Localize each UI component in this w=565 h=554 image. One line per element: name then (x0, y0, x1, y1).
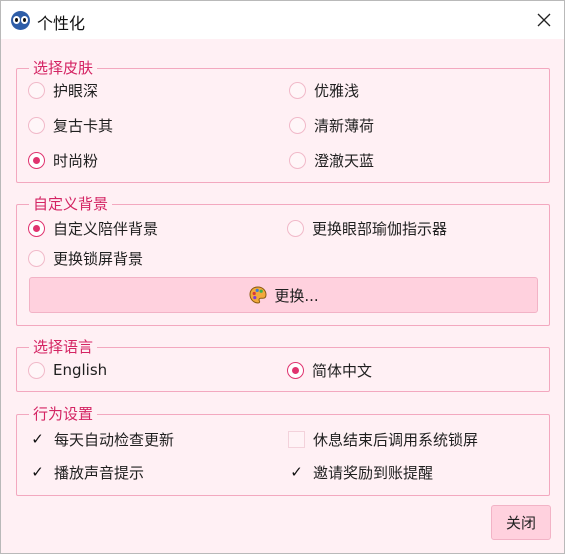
background-option-lockscreen[interactable]: 更换锁屏背景 (28, 247, 143, 269)
checkbox-label: 休息结束后调用系统锁屏 (313, 430, 479, 449)
title-bar: 个性化 (1, 1, 564, 39)
background-option-label: 自定义陪伴背景 (53, 219, 159, 238)
window-title: 个性化 (37, 14, 86, 33)
radio-icon (289, 116, 306, 134)
invite-reward-checkbox[interactable]: ✓ 邀请奖励到账提醒 (288, 461, 433, 483)
radio-icon (28, 116, 45, 134)
checkbox-label: 每天自动检查更新 (54, 430, 175, 449)
close-button[interactable]: 关闭 (491, 505, 551, 540)
system-lock-checkbox[interactable]: 休息结束后调用系统锁屏 (288, 428, 478, 450)
sound-prompt-checkbox[interactable]: ✓ 播放声音提示 (29, 461, 144, 483)
radio-icon (28, 81, 45, 99)
language-option-chinese[interactable]: 简体中文 (287, 359, 372, 381)
checkmark-icon: ✓ (290, 463, 303, 481)
skin-option-label: 澄澈天蓝 (314, 151, 375, 170)
skin-option-clear-sky[interactable]: 澄澈天蓝 (289, 149, 374, 171)
close-button-label: 关闭 (505, 514, 536, 532)
skin-option-label: 优雅浅 (314, 81, 360, 100)
behavior-group: 行为设置 (16, 405, 550, 496)
skin-option-label: 护眼深 (53, 81, 99, 100)
background-option-companion[interactable]: 自定义陪伴背景 (28, 217, 158, 239)
radio-icon (28, 361, 45, 379)
skin-option-elegant-light[interactable]: 优雅浅 (289, 79, 359, 101)
close-icon (537, 13, 551, 27)
skin-option-label: 清新薄荷 (314, 116, 375, 135)
radio-icon (289, 151, 306, 169)
language-option-label: 简体中文 (312, 361, 373, 380)
radio-icon (287, 219, 304, 237)
background-option-eye-yoga[interactable]: 更换眼部瑜伽指示器 (287, 217, 447, 239)
radio-icon (289, 81, 306, 99)
radio-selected-icon (28, 219, 45, 237)
checkmark-icon: ✓ (31, 430, 44, 448)
checkbox-icon (288, 430, 305, 448)
radio-icon (28, 249, 45, 267)
language-option-label: English (53, 361, 108, 379)
app-icon (11, 11, 30, 30)
checkbox-label: 播放声音提示 (54, 463, 145, 482)
radio-selected-icon (287, 361, 304, 379)
auto-update-checkbox[interactable]: ✓ 每天自动检查更新 (29, 428, 174, 450)
skin-option-fashion-pink[interactable]: 时尚粉 (28, 149, 98, 171)
change-background-button[interactable]: 更换... (29, 277, 538, 313)
skin-group-title: 选择皮肤 (29, 59, 98, 77)
language-option-english[interactable]: English (28, 359, 107, 381)
skin-option-fresh-mint[interactable]: 清新薄荷 (289, 114, 374, 136)
background-option-label: 更换锁屏背景 (53, 249, 144, 268)
behavior-group-title: 行为设置 (29, 405, 98, 423)
checkbox-label: 邀请奖励到账提醒 (313, 463, 434, 482)
window-close-button[interactable] (525, 5, 563, 35)
palette-icon (249, 286, 267, 304)
skin-option-label: 复古卡其 (53, 116, 114, 135)
skin-option-retro-khaki[interactable]: 复古卡其 (28, 114, 113, 136)
skin-option-label: 时尚粉 (53, 151, 99, 170)
language-group-title: 选择语言 (29, 338, 98, 356)
personalization-window: 个性化 选择皮肤 护眼深 优雅浅 复古卡其 清新薄荷 时尚粉 澄澈天蓝 自定义背… (0, 0, 565, 554)
checkmark-icon: ✓ (31, 463, 44, 481)
change-button-label: 更换... (274, 286, 319, 305)
radio-selected-icon (28, 151, 45, 169)
background-option-label: 更换眼部瑜伽指示器 (312, 219, 448, 238)
skin-option-eye-dark[interactable]: 护眼深 (28, 79, 98, 101)
background-group-title: 自定义背景 (29, 195, 113, 213)
